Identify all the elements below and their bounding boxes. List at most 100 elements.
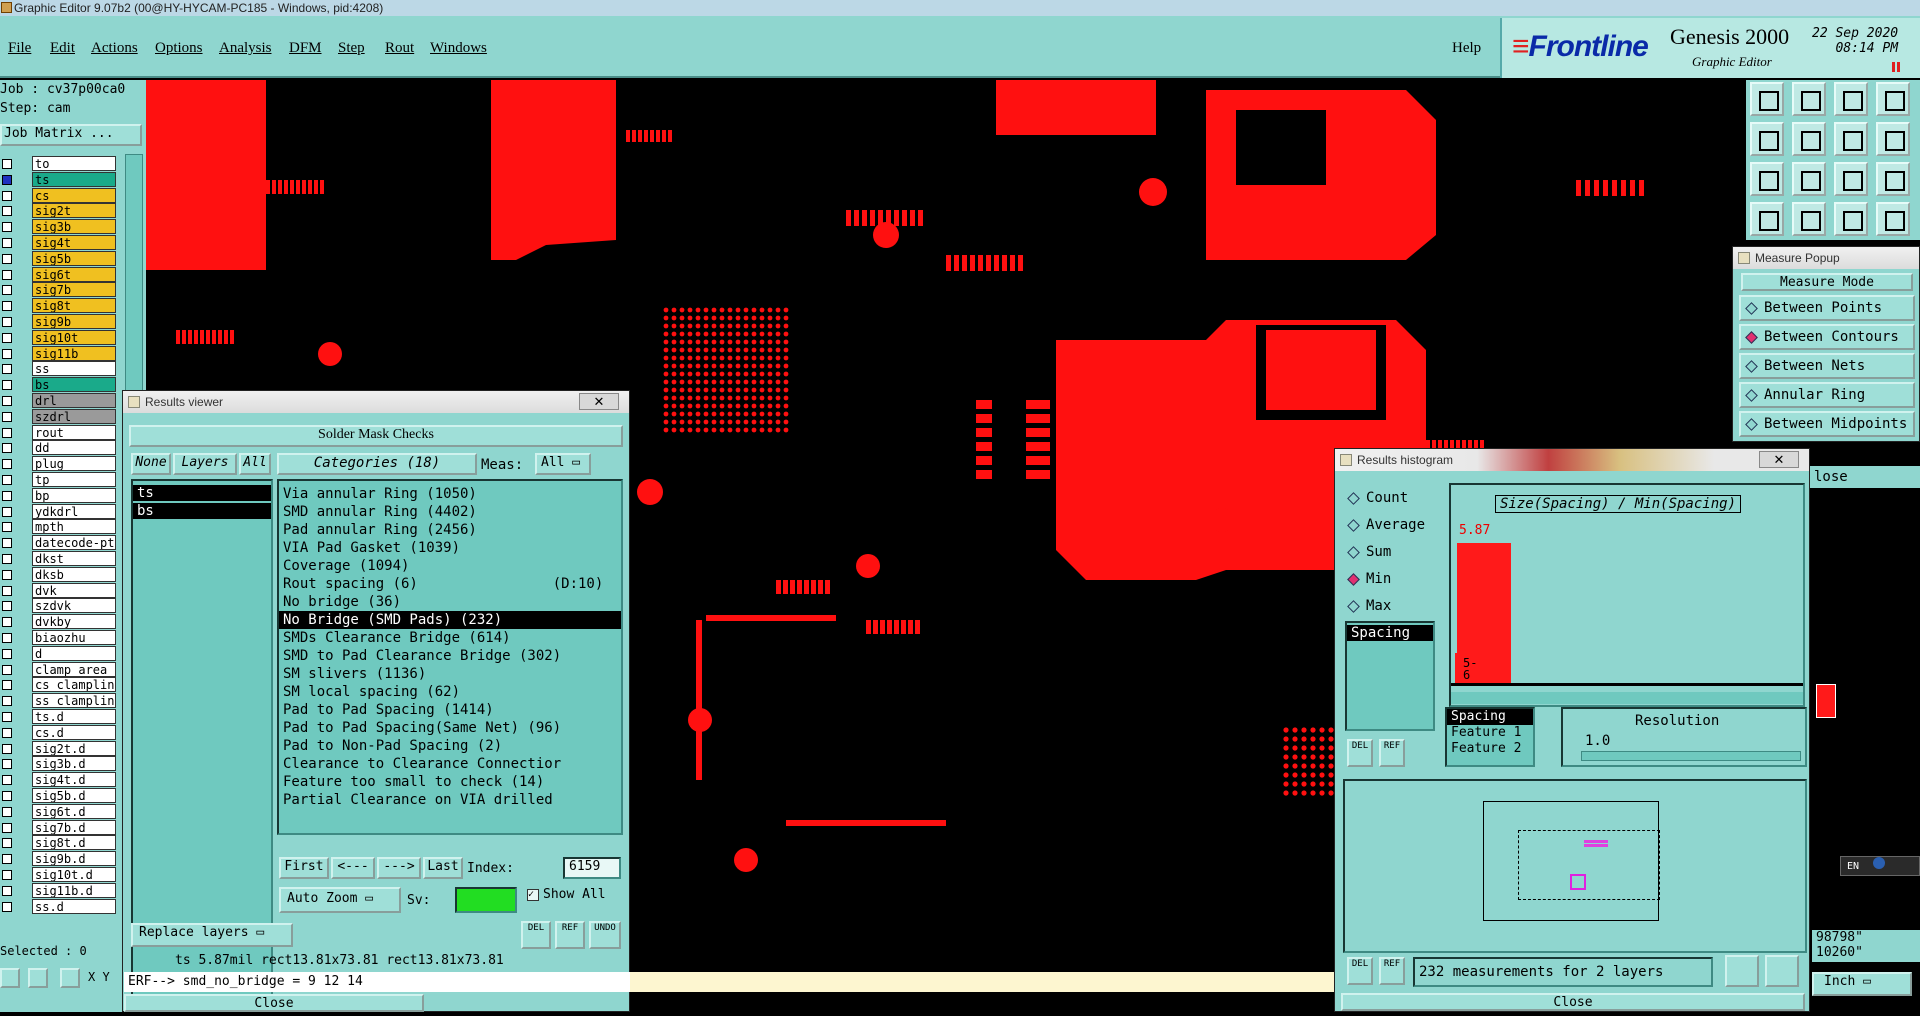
layer-checkbox[interactable] <box>2 901 12 912</box>
layer-name[interactable]: sig8t.d <box>32 835 116 851</box>
measure-mode-option[interactable]: Between Nets <box>1739 353 1915 379</box>
layer-row[interactable]: clamp_area <box>0 661 118 678</box>
layer-name[interactable]: dvk <box>32 582 116 598</box>
layer-checkbox[interactable] <box>2 712 12 722</box>
del-button[interactable]: DEL <box>521 921 551 949</box>
layer-name[interactable]: ts <box>32 171 116 187</box>
toolbar-button-2[interactable] <box>1792 82 1826 116</box>
layer-name[interactable]: sig11b.d <box>32 882 116 898</box>
list-item[interactable]: Spacing <box>1447 709 1533 725</box>
category-item[interactable]: SM local spacing (62) <box>279 683 621 701</box>
ref-button[interactable]: REF <box>555 921 585 949</box>
layer-name[interactable]: cs.d <box>32 724 116 740</box>
menu-file[interactable]: File <box>8 40 31 57</box>
layer-checkbox[interactable] <box>2 854 12 865</box>
layer-name[interactable]: sig6t.d <box>32 803 116 819</box>
layer-checkbox[interactable] <box>2 285 12 296</box>
measure-close-partial[interactable]: lose <box>1810 466 1920 488</box>
menu-analysis[interactable]: Analysis <box>219 40 272 57</box>
home-icon[interactable] <box>1834 82 1868 116</box>
layer-name[interactable]: to <box>32 156 116 171</box>
category-item[interactable]: Clearance to Clearance Connectior <box>279 755 621 773</box>
layer-row[interactable]: d <box>0 645 118 662</box>
layer-name[interactable]: dksb <box>32 566 116 582</box>
menu-rout[interactable]: Rout <box>385 40 414 57</box>
ref-button[interactable]: REF <box>1379 957 1405 985</box>
close-icon[interactable]: ✕ <box>1759 451 1799 468</box>
layer-checkbox[interactable] <box>2 490 12 501</box>
category-item[interactable]: Pad to Pad Spacing(Same Net) (96) <box>279 719 621 737</box>
layer-checkbox[interactable] <box>2 238 12 248</box>
layer-checkbox[interactable] <box>2 222 12 233</box>
layer-checkbox[interactable] <box>2 538 12 549</box>
layer-name[interactable]: sig3b.d <box>32 756 116 772</box>
layer-checkbox[interactable] <box>2 443 12 454</box>
layer-row[interactable]: sig10t <box>0 329 118 346</box>
del-button[interactable]: DEL <box>1347 957 1373 985</box>
toolbar-button-5[interactable] <box>1750 122 1784 156</box>
layer-checkbox[interactable] <box>2 759 12 770</box>
menu-step[interactable]: Step <box>338 40 365 57</box>
layer-row[interactable]: sig5b.d <box>0 788 118 804</box>
category-item[interactable]: No bridge (36) <box>279 593 621 611</box>
layer-name[interactable]: dd <box>32 440 116 456</box>
layer-name[interactable]: sig2t <box>32 203 116 219</box>
layer-row[interactable]: bp <box>0 487 118 504</box>
layer-name[interactable]: cs <box>32 187 116 203</box>
category-item[interactable]: Coverage (1094) <box>279 557 621 575</box>
layer-checkbox[interactable] <box>2 838 12 849</box>
layer-checkbox[interactable] <box>2 206 12 217</box>
sv-color-select[interactable] <box>455 887 517 913</box>
next-button[interactable]: ---> <box>377 857 421 879</box>
layer-name[interactable]: rout <box>32 424 116 440</box>
layer-checkbox[interactable] <box>2 411 12 422</box>
layer-row[interactable]: sig6t <box>0 266 118 283</box>
layer-row[interactable]: sig2t.d <box>0 740 118 757</box>
layer-row[interactable]: dvkby <box>0 614 118 630</box>
layer-row[interactable]: cs.d <box>0 724 118 741</box>
layer-name[interactable]: sig7b <box>32 282 116 298</box>
layer-row[interactable]: tp <box>0 472 118 488</box>
category-item[interactable]: SMDs Clearance Bridge (614) <box>279 629 621 647</box>
layer-name[interactable]: sig6t <box>32 266 116 282</box>
layer-checkbox[interactable] <box>2 396 12 406</box>
layer-name[interactable]: dkst <box>32 551 116 566</box>
layer-name[interactable]: sig11b <box>32 345 116 361</box>
language-indicator[interactable]: EN <box>1840 856 1920 876</box>
layer-row[interactable]: szdrl <box>0 408 118 425</box>
aggregate-mode-option[interactable]: Min <box>1347 566 1449 593</box>
layer-row[interactable]: sig7b <box>0 282 118 298</box>
layer-name[interactable]: dvkby <box>32 614 116 630</box>
list-item[interactable]: Spacing <box>1347 625 1433 641</box>
undo-button[interactable]: UNDO <box>589 921 621 949</box>
layer-row[interactable]: ss.d <box>0 898 118 915</box>
layer-name[interactable]: mpth <box>32 519 116 535</box>
layer-row[interactable]: sig7b.d <box>0 819 118 836</box>
scale-icon[interactable] <box>1834 162 1868 196</box>
layer-checkbox[interactable] <box>2 822 12 833</box>
category-item[interactable]: SMD annular Ring (4402) <box>279 503 621 521</box>
layer-checkbox[interactable] <box>2 696 12 707</box>
category-item[interactable]: VIA Pad Gasket (1039) <box>279 539 621 557</box>
layer-checkbox[interactable] <box>2 253 12 264</box>
resolution-slider[interactable] <box>1581 751 1801 761</box>
layer-checkbox[interactable] <box>2 791 12 801</box>
layer-checkbox[interactable] <box>2 459 12 470</box>
layer-checkbox[interactable] <box>2 427 12 438</box>
list-item[interactable]: ts <box>133 485 271 501</box>
layer-row[interactable]: sig11b <box>0 345 118 362</box>
layer-row[interactable]: biaozhu <box>0 630 118 646</box>
layer-name[interactable]: clamp_area <box>32 661 116 677</box>
toolbar-button-6[interactable] <box>1792 122 1826 156</box>
replace-layers-select[interactable]: Replace layers ▭ <box>131 923 293 947</box>
layer-row[interactable]: ts.d <box>0 709 118 725</box>
layer-row[interactable]: sig4t <box>0 235 118 251</box>
category-item[interactable]: Feature too small to check (14) <box>279 773 621 791</box>
layer-row[interactable]: dksb <box>0 566 118 583</box>
layer-checkbox[interactable] <box>2 680 12 691</box>
layer-row[interactable]: sig6t.d <box>0 803 118 820</box>
layer-row[interactable]: sig9b <box>0 314 118 330</box>
layer-checkbox[interactable] <box>2 380 12 391</box>
category-item[interactable]: Pad to Pad Spacing (1414) <box>279 701 621 719</box>
zoom-icon[interactable] <box>1725 955 1759 987</box>
